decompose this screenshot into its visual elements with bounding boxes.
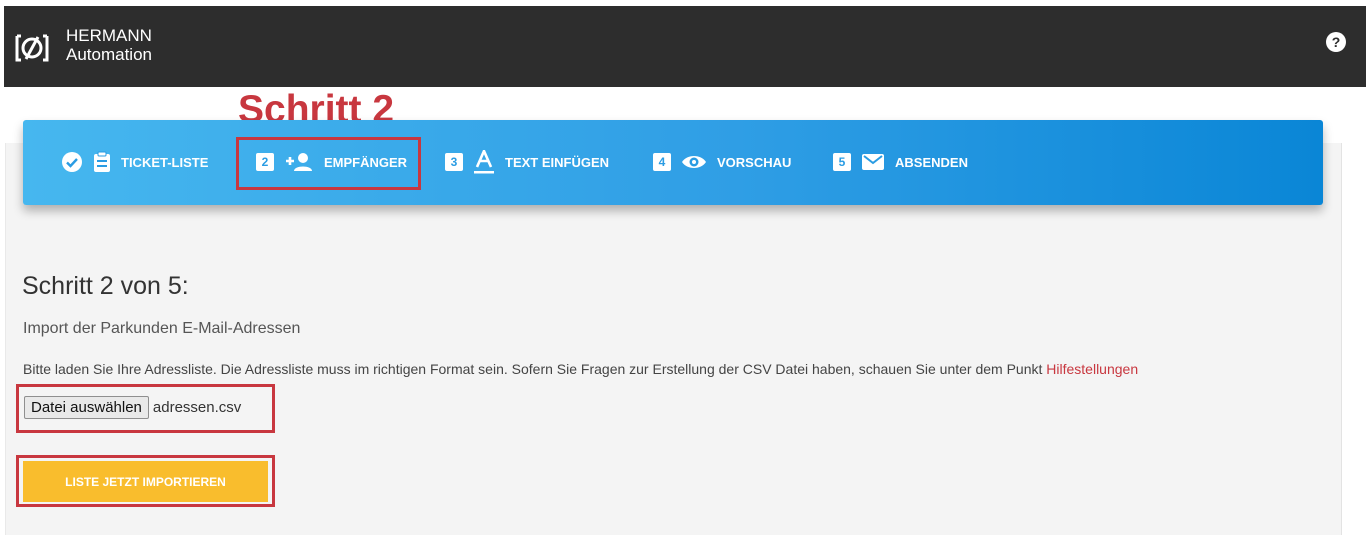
help-link[interactable]: Hilfestellungen bbox=[1046, 361, 1138, 377]
step-label: EMPFÄNGER bbox=[324, 154, 408, 170]
text-format-icon bbox=[473, 150, 495, 174]
instructions-body: Bitte laden Sie Ihre Adressliste. Die Ad… bbox=[23, 361, 1047, 377]
step-number-2-icon: 2 bbox=[256, 153, 274, 171]
step-absenden[interactable]: 5 ABSENDEN bbox=[833, 150, 968, 174]
file-picker: Datei auswählen adressen.csv bbox=[24, 396, 241, 419]
import-list-button[interactable]: LISTE JETZT IMPORTIEREN bbox=[23, 461, 268, 502]
step-label: VORSCHAU bbox=[717, 154, 792, 170]
brand-line-1: HERMANN bbox=[66, 26, 152, 45]
wizard-stepper: TICKET-LISTE 2 EMPFÄNGER 3 TEXT EINFÜGEN… bbox=[23, 120, 1323, 205]
add-user-icon bbox=[284, 152, 314, 172]
mail-icon bbox=[861, 153, 885, 171]
step-empfaenger[interactable]: 2 EMPFÄNGER bbox=[256, 150, 407, 174]
step-number-4-icon: 4 bbox=[653, 153, 671, 171]
step-text-einfuegen[interactable]: 3 TEXT EINFÜGEN bbox=[445, 150, 609, 174]
step-label: ABSENDEN bbox=[895, 154, 968, 170]
help-icon[interactable]: ? bbox=[1326, 32, 1346, 52]
step-vorschau[interactable]: 4 VORSCHAU bbox=[653, 150, 791, 174]
brand-line-2: Automation bbox=[66, 45, 152, 64]
page-subtitle: Import der Parkunden E-Mail-Adressen bbox=[23, 320, 301, 337]
selected-file-name: adressen.csv bbox=[152, 399, 242, 416]
clipboard-icon bbox=[93, 151, 111, 173]
step-number-5-icon: 5 bbox=[833, 153, 851, 171]
step-label: TICKET-LISTE bbox=[121, 154, 209, 170]
step-label: TEXT EINFÜGEN bbox=[505, 154, 610, 170]
step-number-3-icon: 3 bbox=[445, 153, 463, 171]
check-circle-icon bbox=[61, 151, 83, 173]
step-ticket-liste[interactable]: TICKET-LISTE bbox=[61, 150, 208, 174]
instructions-text: Bitte laden Sie Ihre Adressliste. Die Ad… bbox=[23, 361, 1138, 377]
eye-icon bbox=[681, 153, 707, 171]
brand-name: HERMANN Automation bbox=[66, 26, 152, 64]
app-header: HERMANN Automation ? bbox=[4, 6, 1366, 87]
page-title: Schritt 2 von 5: bbox=[22, 272, 189, 300]
choose-file-button[interactable]: Datei auswählen bbox=[24, 396, 149, 419]
logo-icon bbox=[14, 32, 50, 64]
